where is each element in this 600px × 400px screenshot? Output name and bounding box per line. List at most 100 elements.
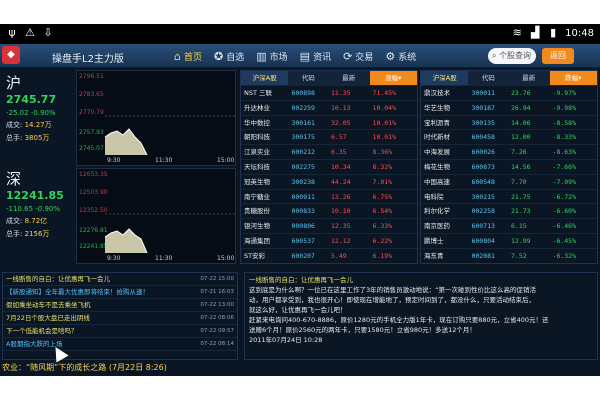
turnover-label: 成交: <box>6 121 23 129</box>
warning-icon: ⚠ <box>25 26 35 39</box>
col-latest[interactable]: 最新 <box>508 71 550 85</box>
table-header: 沪深A股 代码 最新 跌幅▾ <box>421 71 597 85</box>
stock-price: 7.70 <box>511 177 527 186</box>
stock-name: 冠英生物 <box>244 177 270 186</box>
table-row[interactable]: 利尔化学 002258 21.73 -6.60% <box>421 203 597 218</box>
status-left: ψ ⚠ ⇩ <box>6 27 54 39</box>
table-row[interactable]: 电科院 300215 21.75 -6.72% <box>421 188 597 204</box>
stock-code: 300135 <box>471 118 495 127</box>
table-body: NST 三联 600898 11.35 71.45% 升达林业 002259 10.13 10… <box>241 85 417 263</box>
stock-change: 71.45% <box>372 89 397 97</box>
news-item[interactable]: 7月22日个股大盘已走出阴线 07-22 08:06 <box>3 312 237 325</box>
stock-code: 002081 <box>471 251 495 260</box>
col-latest[interactable]: 最新 <box>328 71 370 85</box>
news-article: 一线断售的自白：让优惠再飞一会儿 这到底是为什么啊？一位已在这里工作了3年的销售… <box>244 272 598 360</box>
table-row[interactable]: ST安彩 600207 5.49 6.19% <box>241 247 417 263</box>
table-row[interactable]: 贵糖股份 000833 10.10 6.54% <box>241 203 417 218</box>
index-sz[interactable]: 深 12241.85 -110.65 -0.90% 成交: 8.72亿 总手: … <box>6 168 64 239</box>
time-label: 9:30 <box>107 255 121 262</box>
table-row[interactable]: 中海发展 600026 7.26 -8.63% <box>421 144 597 159</box>
article-line: 送赠6个月！原价2560元的两年卡，只要1580元！立省980元！多送12个月！ <box>249 326 476 334</box>
stock-price: 12.99 <box>511 236 531 245</box>
news-item[interactable]: 【新股通知】全年最大优惠即将结束！抢购从速！ 07-21 16:03 <box>3 286 237 299</box>
table-row[interactable]: 华中数控 300161 32.05 10.01% <box>241 114 417 130</box>
news-date: 07-22 08:14 <box>200 341 234 347</box>
col-loss-sorted[interactable]: 跌幅▾ <box>549 71 597 85</box>
stock-code: 000911 <box>291 192 315 201</box>
news-item[interactable]: 下一个低能机会是啥吗？ 07-22 09:57 <box>3 325 237 338</box>
nav-home[interactable]: ⌂ 首页 <box>168 44 208 68</box>
return-button[interactable]: 返回 <box>542 48 574 64</box>
stock-code: 300161 <box>291 118 315 127</box>
stock-price: 13.26 <box>331 192 351 201</box>
col-code[interactable]: 代码 <box>468 71 508 85</box>
status-time: 10:48 <box>565 27 594 39</box>
stock-price: 6.57 <box>331 133 347 142</box>
sort-down-icon: ▾ <box>578 74 582 82</box>
nav-system[interactable]: ⚙ 系统 <box>379 44 422 68</box>
table-row[interactable]: 天坛科技 002275 10.34 8.32% <box>241 158 417 174</box>
stock-name: 华艺生物 <box>424 103 450 112</box>
table-row[interactable]: 朝阳科技 300175 6.57 10.01% <box>241 129 417 144</box>
table-row[interactable]: 华艺生物 300187 26.94 -9.98% <box>421 99 597 115</box>
nav-news[interactable]: ▤ 资讯 <box>294 44 337 68</box>
index-change: -110.65 <box>6 205 34 213</box>
table-row[interactable]: 海通集团 600537 12.12 6.22% <box>241 232 417 248</box>
table-row[interactable]: 江泉实业 600212 6.35 8.36% <box>241 144 417 159</box>
news-item[interactable]: 假如乘坐动车不是去乘坐飞机 07-22 13:00 <box>3 299 237 312</box>
news-item[interactable]: A股期指大跌的上场 07-22 08:14 <box>3 338 237 351</box>
battery-icon: ▮ <box>550 26 557 39</box>
usb-icon: ψ <box>8 26 16 39</box>
table-row[interactable]: 南京医药 600713 6.15 -6.46% <box>421 218 597 233</box>
stock-change: -9.97% <box>552 89 577 97</box>
table-row[interactable]: NST 三联 600898 11.35 71.45% <box>241 85 417 100</box>
table-row[interactable]: 时代新材 600458 12.00 -8.33% <box>421 129 597 144</box>
stock-change: 7.01% <box>372 177 393 186</box>
stock-name: 天坛科技 <box>244 162 270 171</box>
stock-change: 6.54% <box>372 207 393 216</box>
table-row[interactable]: 银河生物 000806 12.35 6.33% <box>241 218 417 233</box>
col-gain-sorted[interactable]: 涨幅▾ <box>369 71 417 85</box>
stock-name: 鼎汉技术 <box>424 89 450 97</box>
news-header[interactable]: 一线断售的自白：让优惠再飞一会儿 07-22 15:00 <box>3 273 237 286</box>
stock-name: 华中数控 <box>244 118 270 127</box>
table-row[interactable]: 海东青 002081 7.52 -6.32% <box>421 247 597 263</box>
stock-name: 中海发展 <box>424 148 450 157</box>
tab-shsz-a[interactable]: 沪深A股 <box>241 71 289 85</box>
time-label: 15:00 <box>217 157 235 164</box>
table-row[interactable]: 鹏博士 600804 12.99 -6.45% <box>421 232 597 248</box>
stock-change: 10.04% <box>372 103 397 112</box>
table-row[interactable]: 中国高速 600548 7.70 -7.09% <box>421 173 597 189</box>
stock-search-input[interactable]: ⌕ 个股查询 <box>488 48 536 64</box>
stock-name: 海通集团 <box>244 236 270 245</box>
table-row[interactable]: 宝利沥青 300135 14.06 -8.58% <box>421 114 597 130</box>
stock-price: 11.35 <box>331 89 351 97</box>
col-code[interactable]: 代码 <box>288 71 328 85</box>
stock-name: 南京医药 <box>424 222 450 231</box>
index-name: 沪 <box>6 74 22 92</box>
table-row[interactable]: 升达林业 002259 10.13 10.04% <box>241 99 417 115</box>
article-line: 赶紧来电询问400-670-8886，原价1280元的手机全力版1年卡，现在订购… <box>249 316 549 324</box>
table-row[interactable]: 冠英生物 300238 44.24 7.01% <box>241 173 417 189</box>
nav-market[interactable]: ▥ 市场 <box>250 44 293 68</box>
news-ticker[interactable]: 农业：“随风期”下的成长之路 (7月22日 8:26) <box>0 360 600 376</box>
stock-name: 朝阳科技 <box>244 133 270 142</box>
stock-name: 海东青 <box>424 251 444 260</box>
tab-shsz-a[interactable]: 沪深A股 <box>421 71 469 85</box>
sz-intraday-chart[interactable]: 12653.35 12503.90 12352.50 12276.81 1224… <box>76 168 236 264</box>
stock-code: 600804 <box>471 236 495 245</box>
amount-value: 3805万 <box>24 134 50 142</box>
stock-code: 600537 <box>291 236 315 245</box>
losers-table: 沪深A股 代码 最新 跌幅▾ 鼎汉技术 300011 23.76 -9.97% 华艺生物… <box>420 70 598 264</box>
nav-watchlist[interactable]: ✪ 自选 <box>208 44 250 68</box>
table-row[interactable]: 鼎汉技术 300011 23.76 -9.97% <box>421 85 597 100</box>
index-name: 深 <box>6 170 22 188</box>
table-row[interactable]: 南宁糖业 000911 13.26 6.75% <box>241 188 417 204</box>
stock-code: 002275 <box>291 162 315 171</box>
nav-trade[interactable]: ⟳ 交易 <box>337 44 379 68</box>
table-row[interactable]: 梅花生物 600873 14.56 -7.66% <box>421 158 597 174</box>
trade-icon: ⟳ <box>343 49 353 63</box>
index-sh[interactable]: 沪 2745.77 -25.02 -0.90% 成交: 14.27万 总手: 3… <box>6 72 56 143</box>
main-nav: ⌂ 首页 ✪ 自选 ▥ 市场 ▤ 资讯 ⟳ 交易 ⚙ 系统 <box>168 44 422 68</box>
sh-intraday-chart[interactable]: 2796.51 2783.65 2770.79 2757.93 2745.07 … <box>76 70 236 166</box>
